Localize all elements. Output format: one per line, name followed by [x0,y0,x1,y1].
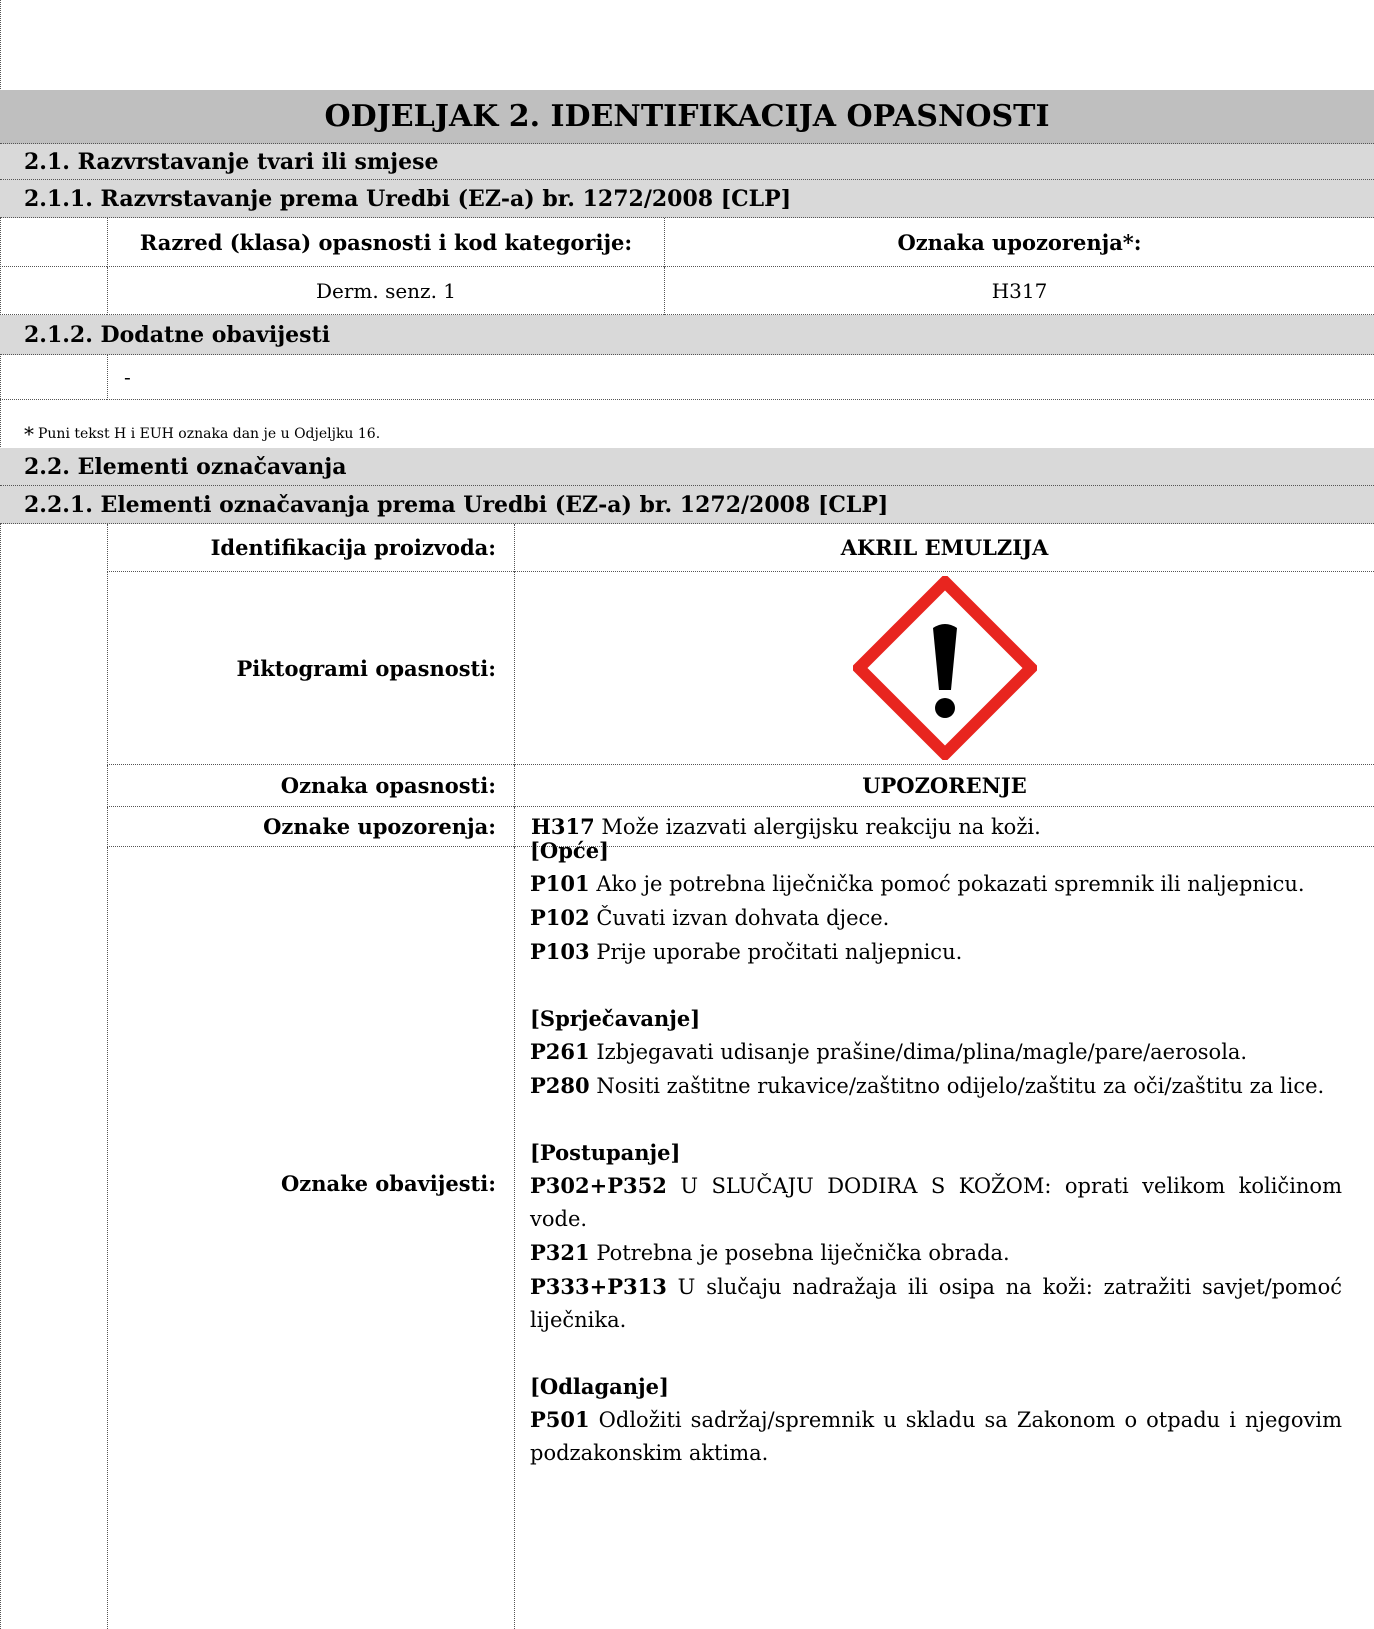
subsection-2-1: 2.1. Razvrstavanje tvari ili smjese [0,144,1374,180]
footnote-star: * [24,422,34,446]
table-indent-cell [0,218,107,267]
signal-word-value: UPOZORENJE [514,765,1374,807]
hazard-statement-value: H317 [664,267,1374,315]
precaution-item: P321 Potrebna je posebna liječnička obra… [530,1240,1010,1265]
signal-word-label: Oznaka opasnosti: [107,765,514,807]
precaution-item: P280 Nositi zaštitne rukavice/zaštitno o… [530,1073,1325,1098]
precaution-item: P103 Prije uporabe pročitati naljepnicu. [530,939,963,964]
precaution-group-prevention: [Sprječavanje] P261 Izbjegavati udisanje… [530,1002,1342,1103]
additional-info-value: - [107,355,1374,400]
precaution-item: P261 Izbjegavati udisanje prašine/dima/p… [530,1039,1248,1064]
precaution-item: P101 Ako je potrebna liječnička pomoć po… [530,871,1305,896]
footnote: * Puni tekst H i EUH oznaka dan je u Odj… [24,420,380,448]
hazard-class-header: Razred (klasa) opasnosti i kod kategorij… [107,218,664,267]
precaution-heading: [Postupanje] [530,1140,681,1165]
precaution-heading: [Odlaganje] [530,1374,669,1399]
precaution-group-response: [Postupanje] P302+P352 U SLUČAJU DODIRA … [530,1136,1342,1337]
hazard-statements-label: Oznake upozorenja: [107,807,514,847]
precautionary-statements: [Opće] P101 Ako je potrebna liječnička p… [530,834,1342,1503]
subsection-2-1-2: 2.1.2. Dodatne obavijesti [0,315,1374,355]
subsection-2-1-1: 2.1.1. Razvrstavanje prema Uredbi (EZ-a)… [0,180,1374,218]
section-title: ODJELJAK 2. IDENTIFIKACIJA OPASNOSTI [0,90,1374,144]
subsection-2-2-1: 2.2.1. Elementi označavanja prema Uredbi… [0,486,1374,524]
ghs07-exclamation-icon [852,576,1037,760]
table-indent-cell [0,355,107,400]
precaution-heading: [Opće] [530,838,609,863]
precautionary-label: Oznake obavijesti: [107,847,514,1629]
product-id-label: Identifikacija proizvoda: [107,524,514,572]
pictogram-cell [514,572,1374,765]
hazard-statement-header: Oznaka upozorenja*: [664,218,1374,267]
precaution-item: P501 Odložiti sadržaj/spremnik u skladu … [530,1407,1342,1465]
pictogram-label: Piktogrami opasnosti: [107,572,514,765]
table-indent-cell [0,267,107,315]
precaution-heading: [Sprječavanje] [530,1006,701,1031]
precaution-item: P302+P352 U SLUČAJU DODIRA S KOŽOM: opra… [530,1173,1342,1231]
precaution-item: P333+P313 U slučaju nadražaja ili osipa … [530,1274,1342,1332]
precaution-group-disposal: [Odlaganje] P501 Odložiti sadržaj/spremn… [530,1370,1342,1470]
footnote-text: Puni tekst H i EUH oznaka dan je u Odjel… [38,426,381,442]
subsection-2-2: 2.2. Elementi označavanja [0,448,1374,486]
precaution-group-general: [Opće] P101 Ako je potrebna liječnička p… [530,834,1342,969]
table-indent-cell [0,524,107,1629]
product-id-value: AKRIL EMULZIJA [514,524,1374,572]
precaution-item: P102 Čuvati izvan dohvata djece. [530,905,890,930]
hazard-class-value: Derm. senz. 1 [107,267,664,315]
